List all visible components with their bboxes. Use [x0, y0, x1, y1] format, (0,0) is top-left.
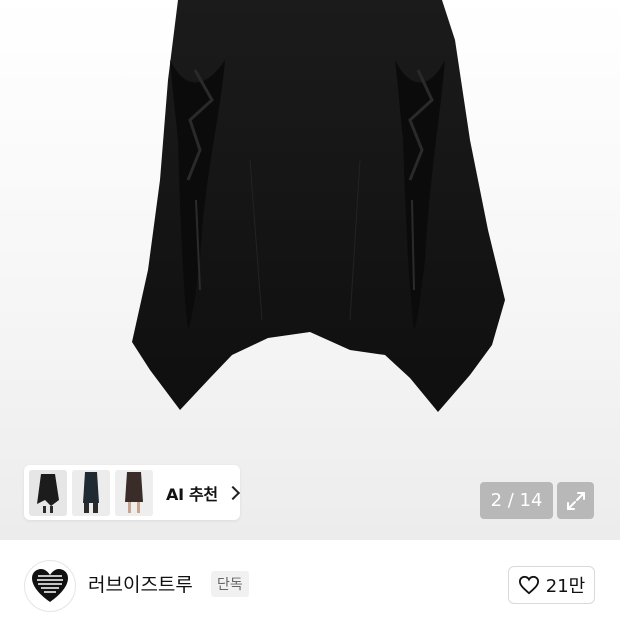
thumb-denim-skirt[interactable]	[72, 469, 110, 516]
heart-icon	[518, 575, 539, 595]
exclusive-badge: 단독	[211, 571, 249, 597]
product-image-skirt	[132, 0, 505, 412]
heart-logo-icon	[32, 569, 68, 602]
product-image-area[interactable]: AI 추천 2 / 14	[0, 0, 620, 540]
expand-arrows-icon[interactable]	[557, 482, 594, 519]
image-counter: 2 / 14	[480, 482, 553, 519]
ai-recommend-label: AI 추천	[166, 484, 218, 504]
thumb-dark-skirt[interactable]	[115, 469, 153, 516]
thumb-black-skirt[interactable]	[29, 469, 67, 516]
like-button[interactable]: 21만	[508, 566, 595, 604]
chevron-right-icon	[225, 485, 240, 500]
brand-logo[interactable]	[24, 560, 76, 612]
ai-recommend-button[interactable]: AI 추천	[24, 465, 240, 520]
brand-name[interactable]: 러브이즈트루	[88, 570, 193, 597]
like-count: 21만	[545, 576, 586, 597]
